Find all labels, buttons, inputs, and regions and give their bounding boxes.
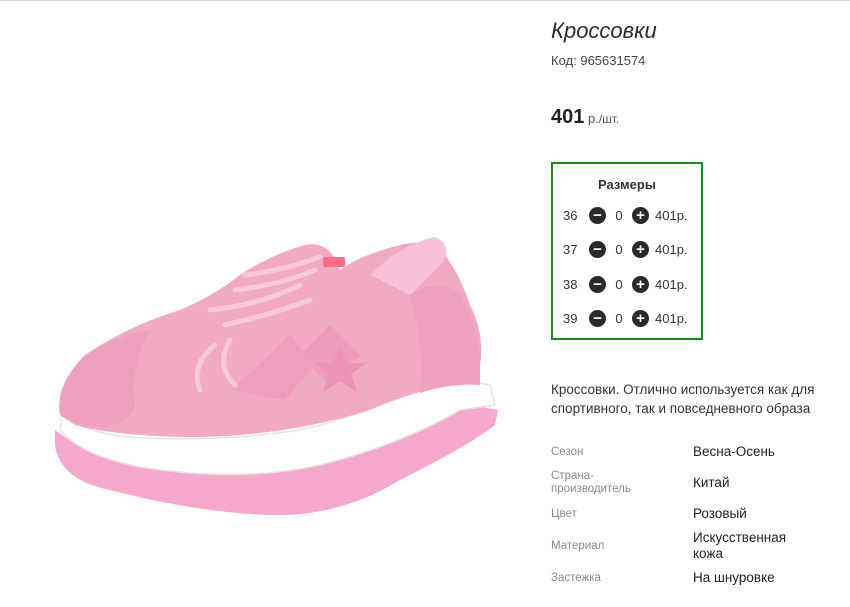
size-price: 401р. — [655, 310, 688, 326]
plus-icon[interactable]: + — [632, 275, 649, 293]
product-code: Код: 965631574 — [551, 53, 645, 68]
spec-value: На шнуровке — [693, 570, 775, 585]
product-code-label: Код: — [551, 53, 577, 68]
minus-icon[interactable]: − — [589, 206, 606, 224]
spec-value: Китай — [693, 475, 730, 490]
spec-value: Искусственная кожа — [693, 530, 787, 561]
top-divider — [0, 0, 850, 1]
product-price: 401 р./шт. — [551, 106, 619, 129]
plus-icon[interactable]: + — [632, 309, 649, 327]
quantity-value: 0 — [615, 276, 623, 292]
product-image — [55, 237, 498, 516]
size-label: 38 — [563, 276, 578, 292]
spec-value: Весна-Осень — [693, 444, 775, 459]
price-currency: р. — [588, 111, 599, 126]
spec-row: Сезон Весна-Осень — [551, 440, 803, 464]
size-price: 401р. — [655, 241, 688, 257]
plus-icon[interactable]: + — [632, 206, 649, 224]
spec-row: Застежка На шнуровке — [551, 566, 803, 590]
product-code-value: 965631574 — [580, 53, 646, 68]
sizes-title: Размеры — [598, 177, 656, 192]
size-label: 39 — [563, 310, 578, 326]
spec-label: Материал — [551, 539, 605, 552]
product-title: Кроссовки — [551, 18, 657, 43]
spec-label: Сезон — [551, 445, 584, 458]
size-row: 37 − 0 + 401р. — [563, 240, 688, 258]
size-label: 37 — [563, 241, 578, 257]
price-value: 401 — [551, 106, 585, 128]
spec-label: Цвет — [551, 507, 577, 520]
spec-label: Страна-производитель — [551, 470, 631, 495]
size-row: 36 − 0 + 401р. — [563, 206, 688, 224]
spec-row: Страна-производитель Китай — [551, 464, 803, 502]
spec-value: Розовый — [693, 506, 747, 521]
spec-row: Материал Искусственная кожа — [551, 526, 803, 566]
product-description: Кроссовки. Отлично используется как для … — [551, 382, 815, 416]
minus-icon[interactable]: − — [589, 309, 606, 327]
size-price: 401р. — [655, 207, 688, 223]
spec-label: Застежка — [551, 571, 601, 584]
size-row: 38 − 0 + 401р. — [563, 275, 688, 293]
spec-row: Цвет Розовый — [551, 502, 803, 526]
specs-table: Сезон Весна-Осень Страна-производитель К… — [551, 440, 803, 590]
size-row: 39 − 0 + 401р. — [563, 309, 688, 327]
quantity-value: 0 — [615, 310, 623, 326]
minus-icon[interactable]: − — [589, 275, 606, 293]
price-unit: /шт. — [598, 112, 620, 126]
sizes-panel: Размеры 36 − 0 + 401р. 37 − 0 + 401р. 38… — [551, 162, 703, 340]
quantity-value: 0 — [615, 207, 623, 223]
minus-icon[interactable]: − — [589, 240, 606, 258]
size-label: 36 — [563, 207, 578, 223]
size-price: 401р. — [655, 276, 688, 292]
plus-icon[interactable]: + — [632, 240, 649, 258]
quantity-value: 0 — [615, 241, 623, 257]
